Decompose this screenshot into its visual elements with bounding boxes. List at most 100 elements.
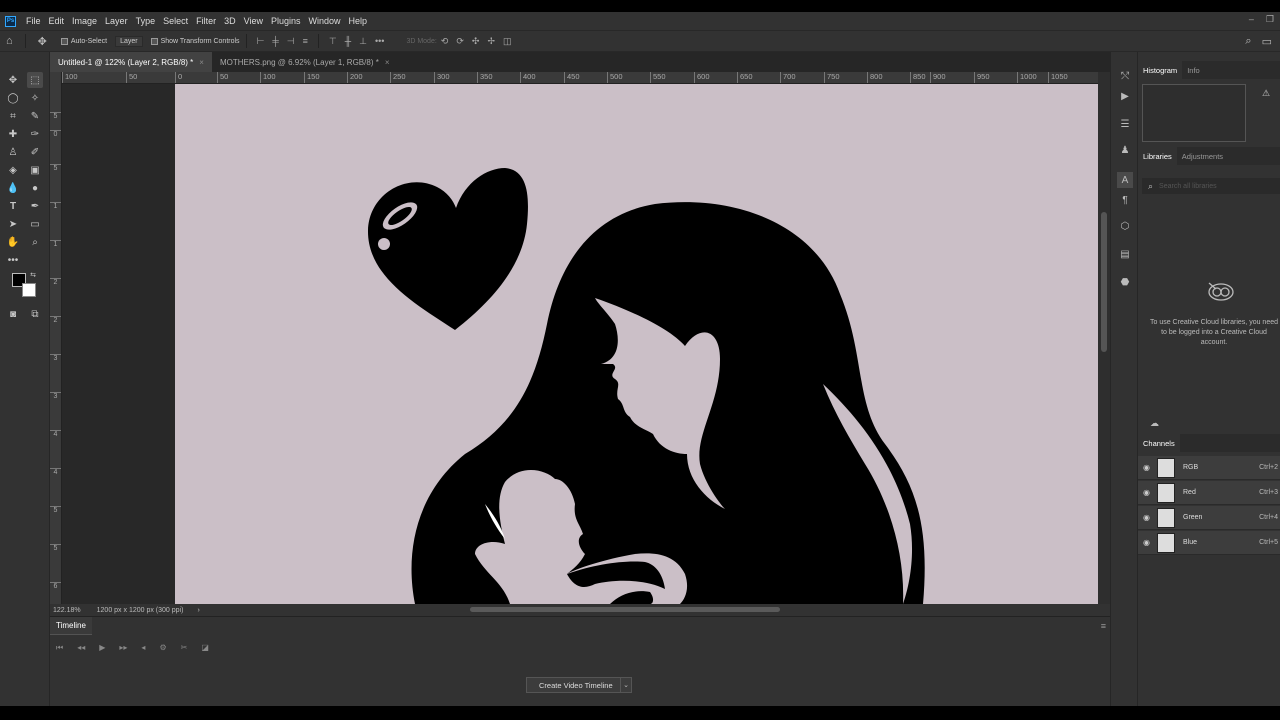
- 3d-cube-icon[interactable]: ⬡: [1117, 218, 1133, 234]
- cloud-sync-icon[interactable]: ☁: [1150, 418, 1159, 429]
- properties-icon[interactable]: ☰: [1117, 116, 1133, 132]
- history-brush-icon[interactable]: ✐: [27, 144, 43, 160]
- eye-icon[interactable]: ◉: [1143, 513, 1153, 522]
- move-tool-icon[interactable]: ✥: [5, 72, 21, 88]
- menu-edit[interactable]: Edit: [45, 16, 69, 26]
- align-bottom-icon[interactable]: ⊥: [359, 36, 367, 47]
- stamp-icon[interactable]: ♟: [1117, 142, 1133, 158]
- pen-tool-icon[interactable]: ✒: [27, 198, 43, 214]
- crop-tool-icon[interactable]: ⌗: [5, 108, 21, 124]
- home-icon[interactable]: ⌂: [6, 35, 13, 47]
- menu-type[interactable]: Type: [132, 16, 160, 26]
- gradient-tool-icon[interactable]: ▣: [27, 162, 43, 178]
- horizontal-scroll-thumb[interactable]: [470, 607, 780, 612]
- healing-brush-icon[interactable]: ✚: [5, 126, 21, 142]
- next-frame-icon[interactable]: ▸▸: [119, 643, 127, 653]
- background-color-swatch[interactable]: [22, 283, 36, 297]
- lasso-tool-icon[interactable]: ◯: [5, 90, 21, 106]
- menu-plugins[interactable]: Plugins: [267, 16, 305, 26]
- more-options-icon[interactable]: •••: [375, 36, 384, 46]
- eye-icon[interactable]: ◉: [1143, 463, 1153, 472]
- zoom-tool-icon[interactable]: ⌕: [27, 234, 43, 250]
- align-middle-icon[interactable]: ╫: [345, 36, 351, 46]
- paragraph-icon[interactable]: ¶: [1117, 192, 1133, 208]
- clone-stamp-icon[interactable]: ♙: [5, 144, 21, 160]
- close-icon[interactable]: ×: [199, 58, 204, 67]
- vertical-scrollbar[interactable]: [1098, 72, 1110, 604]
- doc-tab-mothers[interactable]: MOTHERS.png @ 6.92% (Layer 1, RGB/8) * ×: [212, 52, 398, 72]
- align-right-icon[interactable]: ⊣: [287, 36, 295, 47]
- eyedropper-icon[interactable]: ✎: [27, 108, 43, 124]
- menu-view[interactable]: View: [240, 16, 267, 26]
- zoom-level[interactable]: 122.18%: [53, 607, 81, 614]
- eraser-tool-icon[interactable]: ◈: [5, 162, 21, 178]
- artboard-tool-icon[interactable]: ⬚: [27, 72, 43, 88]
- tab-channels[interactable]: Channels: [1138, 434, 1180, 452]
- first-frame-icon[interactable]: ⏮: [56, 643, 63, 653]
- tab-libraries[interactable]: Libraries: [1138, 147, 1177, 165]
- actions-play-icon[interactable]: ▶: [1117, 88, 1133, 104]
- align-top-icon[interactable]: ⊤: [329, 36, 337, 47]
- history-icon[interactable]: ⤲: [1117, 68, 1133, 84]
- panel-menu-icon[interactable]: ≡: [1101, 621, 1106, 631]
- warning-icon[interactable]: ⚠: [1262, 88, 1270, 99]
- play-icon[interactable]: ▶: [99, 643, 105, 653]
- library-search-input[interactable]: ⌕ Search all libraries: [1142, 178, 1280, 194]
- split-icon[interactable]: ✂: [181, 643, 188, 653]
- prev-frame-icon[interactable]: ◂◂: [77, 643, 85, 653]
- restore-icon[interactable]: ❐: [1266, 14, 1274, 25]
- path-select-icon[interactable]: ➤: [5, 216, 21, 232]
- plugins-icon[interactable]: ⬣: [1117, 274, 1133, 290]
- menu-help[interactable]: Help: [345, 16, 372, 26]
- move-tool-icon[interactable]: ✥: [38, 35, 47, 48]
- menu-3d[interactable]: 3D: [220, 16, 240, 26]
- screen-mode-icon[interactable]: ⧉: [27, 306, 43, 322]
- scroll-thumb[interactable]: [1101, 212, 1107, 352]
- tab-info[interactable]: Info: [1182, 61, 1205, 79]
- search-icon[interactable]: ⌕: [1245, 35, 1251, 48]
- layer-select[interactable]: Layer: [115, 35, 143, 47]
- distribute-icon[interactable]: ≡: [303, 36, 308, 46]
- menu-image[interactable]: Image: [68, 16, 101, 26]
- chevron-down-icon[interactable]: ⌄: [620, 677, 632, 693]
- tab-histogram[interactable]: Histogram: [1138, 61, 1183, 79]
- document-workspace[interactable]: [62, 84, 1098, 604]
- document-canvas[interactable]: [175, 84, 1098, 604]
- menu-file[interactable]: File: [22, 16, 45, 26]
- menu-layer[interactable]: Layer: [101, 16, 132, 26]
- close-icon[interactable]: ×: [385, 58, 390, 67]
- type-tool-icon[interactable]: T: [5, 198, 21, 214]
- rectangle-tool-icon[interactable]: ▭: [27, 216, 43, 232]
- workspace-icon[interactable]: ▭: [1262, 35, 1272, 48]
- channel-row-green[interactable]: ◉ Green Ctrl+4: [1138, 506, 1280, 530]
- channel-row-blue[interactable]: ◉ Blue Ctrl+5: [1138, 531, 1280, 555]
- audio-icon[interactable]: ◂: [141, 643, 145, 653]
- edit-toolbar-icon[interactable]: •••: [5, 252, 21, 268]
- align-center-icon[interactable]: ╪: [272, 36, 278, 46]
- align-left-icon[interactable]: ⊢: [257, 36, 265, 47]
- menu-filter[interactable]: Filter: [192, 16, 220, 26]
- timeline-tab[interactable]: Timeline: [50, 617, 92, 635]
- transition-icon[interactable]: ◪: [201, 643, 209, 653]
- dodge-tool-icon[interactable]: ●: [27, 180, 43, 196]
- doc-tab-untitled[interactable]: Untitled-1 @ 122% (Layer 2, RGB/8) * ×: [50, 52, 212, 72]
- menu-window[interactable]: Window: [305, 16, 345, 26]
- swap-colors-icon[interactable]: ⇆: [28, 270, 38, 280]
- create-video-timeline-button[interactable]: Create Video Timeline: [526, 677, 626, 693]
- eye-icon[interactable]: ◉: [1143, 488, 1153, 497]
- menu-select[interactable]: Select: [159, 16, 192, 26]
- show-transform-checkbox[interactable]: Show Transform Controls: [150, 37, 240, 45]
- brush-tool-icon[interactable]: ✑: [27, 126, 43, 142]
- channel-row-rgb[interactable]: ◉ RGB Ctrl+2: [1138, 456, 1280, 480]
- tab-adjustments[interactable]: Adjustments: [1177, 147, 1228, 165]
- channel-row-red[interactable]: ◉ Red Ctrl+3: [1138, 481, 1280, 505]
- settings-icon[interactable]: ⚙: [159, 643, 166, 653]
- auto-select-checkbox[interactable]: Auto-Select: [60, 37, 107, 45]
- hand-tool-icon[interactable]: ✋: [5, 234, 21, 250]
- blur-tool-icon[interactable]: 💧: [5, 180, 21, 196]
- quick-mask-icon[interactable]: ◙: [5, 306, 21, 322]
- character-icon[interactable]: A: [1117, 172, 1133, 188]
- gradients-icon[interactable]: ▤: [1117, 246, 1133, 262]
- magic-wand-icon[interactable]: ✧: [27, 90, 43, 106]
- status-arrow-icon[interactable]: ›: [197, 607, 199, 614]
